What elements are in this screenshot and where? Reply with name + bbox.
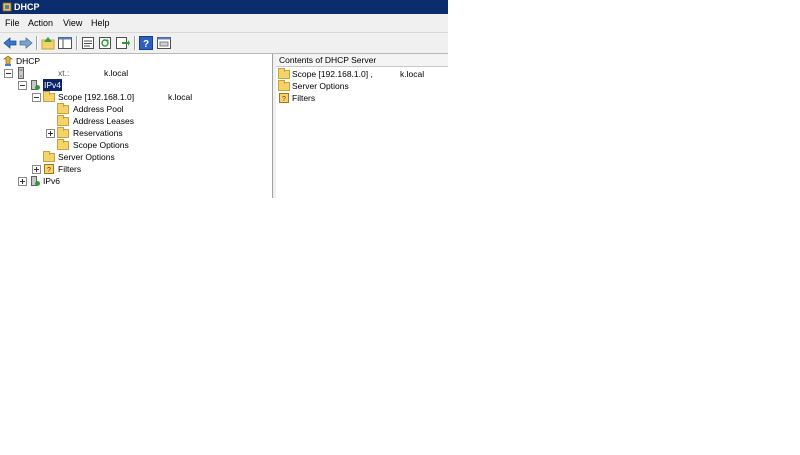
expand-icon[interactable] <box>18 177 27 186</box>
svg-text:?: ? <box>143 39 149 50</box>
refresh-icon[interactable] <box>97 35 113 51</box>
export-icon[interactable] <box>114 35 130 51</box>
list-item-label: Filters <box>292 93 316 103</box>
tree-label-ipv6: IPv6 <box>43 176 61 186</box>
tree-label-scope-prefix: Scope [192.168.1.0] <box>58 92 135 102</box>
properties-icon[interactable] <box>80 35 96 51</box>
results-pane[interactable]: Contents of DHCP Server Scope [192.168.1… <box>276 54 448 198</box>
tree-label-server-partial: xt.: <box>58 68 70 78</box>
tree-label-filters: Filters <box>58 164 82 174</box>
tree-label-scope-suffix: k.local <box>168 92 193 102</box>
results-header: Contents of DHCP Server <box>276 54 448 67</box>
dhcp-app-icon <box>2 2 12 12</box>
ipv4-icon <box>31 80 40 90</box>
scope-options-icon <box>57 139 69 150</box>
tree-label-address-leases: Address Leases <box>73 116 134 126</box>
svg-text:?: ? <box>47 167 51 174</box>
collapse-icon[interactable] <box>4 69 13 78</box>
tree-label-reservations: Reservations <box>73 128 123 138</box>
menu-action[interactable]: Action <box>25 17 56 29</box>
help-icon[interactable]: ? <box>138 35 154 51</box>
window-title: DHCP <box>14 2 40 12</box>
menu-help[interactable]: Help <box>88 17 113 29</box>
server-options-icon <box>278 80 290 91</box>
tree-label-server-options: Server Options <box>58 152 115 162</box>
menu-bar: File Action View Help <box>0 14 448 33</box>
dhcp-root-icon <box>3 55 13 66</box>
svg-text:?: ? <box>282 96 286 103</box>
list-item-label-suffix: k.local <box>400 69 425 79</box>
server-icon <box>18 67 24 79</box>
collapse-icon[interactable] <box>18 81 27 90</box>
menu-file[interactable]: File <box>2 17 23 29</box>
toolbar-separator <box>36 36 38 50</box>
folder-icon <box>278 68 290 79</box>
forward-icon[interactable] <box>18 35 34 51</box>
filters-icon: ? <box>44 164 54 174</box>
folder-icon <box>43 91 55 102</box>
tree-label-dhcp: DHCP <box>16 56 41 66</box>
up-icon[interactable] <box>40 35 56 51</box>
tree-label-server-suffix: k.local <box>104 68 129 78</box>
toolbar: ? <box>0 33 448 54</box>
filters-icon: ? <box>279 93 289 103</box>
list-item-label: Server Options <box>292 81 349 91</box>
title-bar: DHCP <box>0 0 448 14</box>
address-leases-icon <box>57 115 69 126</box>
toolbar-separator <box>134 36 136 50</box>
tree-label-ipv4: IPv4 <box>43 79 63 91</box>
toolbar-separator <box>76 36 78 50</box>
show-hide-tree-icon[interactable] <box>57 35 73 51</box>
mmc-icon[interactable] <box>156 35 172 51</box>
expand-icon[interactable] <box>46 129 55 138</box>
console-tree[interactable]: DHCP xt.: k.local IPv4 Scope [192.168.1.… <box>0 54 273 198</box>
server-options-icon <box>43 151 55 162</box>
back-icon[interactable] <box>2 35 18 51</box>
ipv6-icon <box>31 176 40 186</box>
reservations-icon <box>57 127 69 138</box>
list-item-label: Scope [192.168.1.0] , <box>292 69 373 79</box>
menu-view[interactable]: View <box>60 17 85 29</box>
collapse-icon[interactable] <box>32 93 41 102</box>
dhcp-window: DHCP File Action View Help ? DHCP xt.: k… <box>0 0 448 198</box>
tree-label-scope-options: Scope Options <box>73 140 129 150</box>
tree-label-address-pool: Address Pool <box>73 104 124 114</box>
expand-icon[interactable] <box>32 165 41 174</box>
address-pool-icon <box>57 103 69 114</box>
